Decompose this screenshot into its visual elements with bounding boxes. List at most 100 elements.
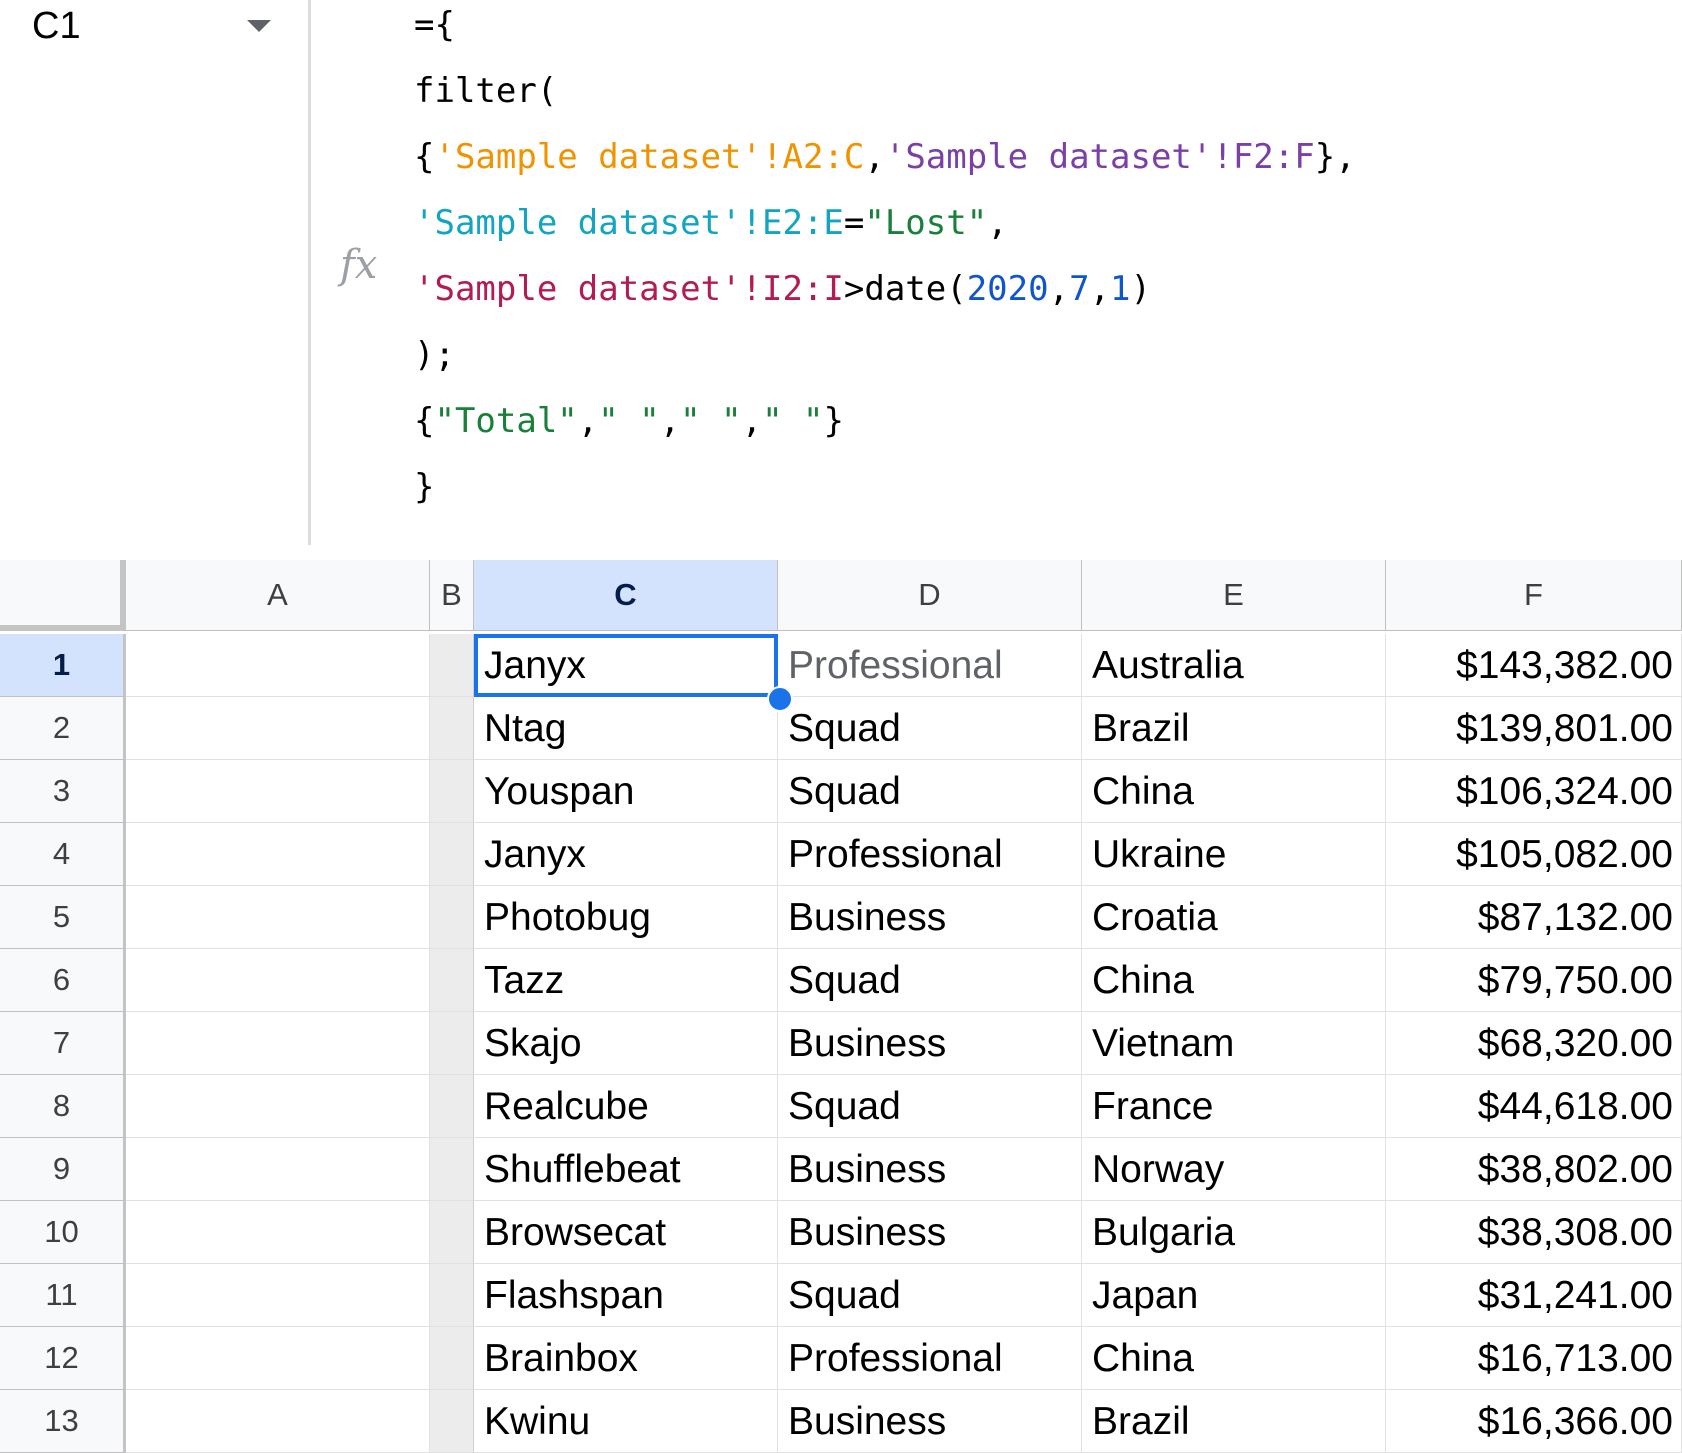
cell-c[interactable]: Tazz (474, 949, 778, 1012)
cell-b[interactable] (430, 1327, 474, 1390)
cell-f[interactable]: $38,802.00 (1386, 1138, 1682, 1201)
cell-c[interactable]: Skajo (474, 1012, 778, 1075)
column-header-c[interactable]: C (474, 560, 778, 631)
cell-d[interactable]: Business (778, 1012, 1082, 1075)
cell-a[interactable] (126, 1327, 430, 1390)
row-header[interactable]: 10 (0, 1201, 126, 1264)
row-header[interactable]: 8 (0, 1075, 126, 1138)
cell-f[interactable]: $44,618.00 (1386, 1075, 1682, 1138)
cell-b[interactable] (430, 823, 474, 886)
cell-b[interactable] (430, 1264, 474, 1327)
cell-e[interactable]: Australia (1082, 634, 1386, 697)
cell-a[interactable] (126, 1138, 430, 1201)
cell-e[interactable]: Japan (1082, 1264, 1386, 1327)
cell-c[interactable]: Photobug (474, 886, 778, 949)
row-header[interactable]: 7 (0, 1012, 126, 1075)
cell-c[interactable]: Flashspan (474, 1264, 778, 1327)
row-header[interactable]: 6 (0, 949, 126, 1012)
cell-d[interactable]: Squad (778, 1264, 1082, 1327)
row-header[interactable]: 11 (0, 1264, 126, 1327)
cell-a[interactable] (126, 823, 430, 886)
name-box[interactable]: C1 (0, 0, 311, 545)
cell-d[interactable]: Squad (778, 697, 1082, 760)
cell-a[interactable] (126, 1012, 430, 1075)
column-header-f[interactable]: F (1386, 560, 1682, 631)
cell-d[interactable]: Business (778, 1201, 1082, 1264)
cell-a[interactable] (126, 1201, 430, 1264)
cell-b[interactable] (430, 1012, 474, 1075)
name-box-cell-ref[interactable]: C1 (32, 4, 81, 48)
cell-f[interactable]: $16,366.00 (1386, 1390, 1682, 1453)
cell-f[interactable]: $106,324.00 (1386, 760, 1682, 823)
dropdown-arrow-icon[interactable] (247, 20, 271, 32)
cell-d[interactable]: Squad (778, 760, 1082, 823)
cell-c[interactable]: Janyx (474, 823, 778, 886)
cell-d[interactable]: Professional (778, 823, 1082, 886)
cell-c[interactable]: Janyx (474, 634, 778, 697)
cell-e[interactable]: Norway (1082, 1138, 1386, 1201)
cell-d[interactable]: Squad (778, 1075, 1082, 1138)
cell-d[interactable]: Professional (778, 1327, 1082, 1390)
cell-b[interactable] (430, 760, 474, 823)
cell-f[interactable]: $79,750.00 (1386, 949, 1682, 1012)
cell-a[interactable] (126, 697, 430, 760)
cell-d[interactable]: Business (778, 1390, 1082, 1453)
cell-f[interactable]: $68,320.00 (1386, 1012, 1682, 1075)
cell-f[interactable]: $38,308.00 (1386, 1201, 1682, 1264)
cell-b[interactable] (430, 1138, 474, 1201)
cell-f[interactable]: $87,132.00 (1386, 886, 1682, 949)
column-header-d[interactable]: D (778, 560, 1082, 631)
cell-c[interactable]: Browsecat (474, 1201, 778, 1264)
cell-e[interactable]: Brazil (1082, 697, 1386, 760)
column-header-a[interactable]: A (126, 560, 430, 631)
cell-f[interactable]: $139,801.00 (1386, 697, 1682, 760)
column-header-e[interactable]: E (1082, 560, 1386, 631)
cell-e[interactable]: China (1082, 1327, 1386, 1390)
cell-c[interactable]: Realcube (474, 1075, 778, 1138)
cell-a[interactable] (126, 760, 430, 823)
cell-e[interactable]: Ukraine (1082, 823, 1386, 886)
cell-f[interactable]: $16,713.00 (1386, 1327, 1682, 1390)
cell-d[interactable]: Business (778, 1138, 1082, 1201)
cell-e[interactable]: China (1082, 760, 1386, 823)
cell-c[interactable]: Ntag (474, 697, 778, 760)
cell-e[interactable]: Brazil (1082, 1390, 1386, 1453)
column-header-b[interactable]: B (430, 560, 474, 631)
cell-b[interactable] (430, 1075, 474, 1138)
cell-a[interactable] (126, 1264, 430, 1327)
cell-d[interactable]: Professional (778, 634, 1082, 697)
spreadsheet-grid[interactable]: ABCDEF 1 Janyx Professional Australia $143,3… (0, 560, 1682, 1453)
cell-a[interactable] (126, 1390, 430, 1453)
row-header[interactable]: 1 (0, 634, 126, 697)
row-header[interactable]: 12 (0, 1327, 126, 1390)
cell-a[interactable] (126, 949, 430, 1012)
cell-f[interactable]: $143,382.00 (1386, 634, 1682, 697)
cell-b[interactable] (430, 1201, 474, 1264)
select-all-corner[interactable] (0, 560, 126, 631)
cell-b[interactable] (430, 634, 474, 697)
cell-a[interactable] (126, 1075, 430, 1138)
cell-e[interactable]: Bulgaria (1082, 1201, 1386, 1264)
cell-b[interactable] (430, 886, 474, 949)
cell-d[interactable]: Squad (778, 949, 1082, 1012)
cell-f[interactable]: $31,241.00 (1386, 1264, 1682, 1327)
row-header[interactable]: 4 (0, 823, 126, 886)
cell-c[interactable]: Brainbox (474, 1327, 778, 1390)
fill-handle[interactable] (767, 686, 793, 712)
row-header[interactable]: 3 (0, 760, 126, 823)
cell-a[interactable] (126, 634, 430, 697)
row-header[interactable]: 13 (0, 1390, 126, 1453)
cell-e[interactable]: China (1082, 949, 1386, 1012)
cell-c[interactable]: Shufflebeat (474, 1138, 778, 1201)
cell-e[interactable]: Croatia (1082, 886, 1386, 949)
cell-b[interactable] (430, 949, 474, 1012)
cell-b[interactable] (430, 1390, 474, 1453)
cell-f[interactable]: $105,082.00 (1386, 823, 1682, 886)
row-header[interactable]: 5 (0, 886, 126, 949)
row-header[interactable]: 9 (0, 1138, 126, 1201)
cell-c[interactable]: Youspan (474, 760, 778, 823)
cell-e[interactable]: France (1082, 1075, 1386, 1138)
cell-d[interactable]: Business (778, 886, 1082, 949)
cell-e[interactable]: Vietnam (1082, 1012, 1386, 1075)
cell-c[interactable]: Kwinu (474, 1390, 778, 1453)
